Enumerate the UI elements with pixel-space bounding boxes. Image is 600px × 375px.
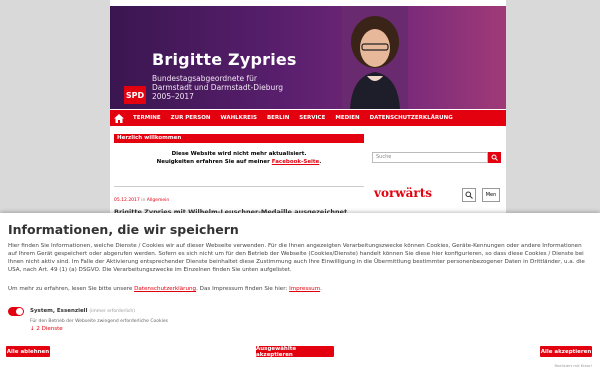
meta-separator: in: [139, 198, 147, 203]
vorwaerts-logo[interactable]: vorwärts: [374, 186, 432, 200]
category-title: System, Essenziell (immer erforderlich): [30, 308, 135, 314]
privacy-policy-link[interactable]: Datenschutzerklärung: [134, 286, 196, 292]
banner-subtitle: Bundestagsabgeordnete für Darmstadt und …: [152, 74, 312, 101]
article-meta: 05.12.2017 in Allgemein: [114, 198, 169, 203]
powered-by-link[interactable]: Realisiert mit Klaro!: [554, 363, 592, 368]
category-description: Für den Betrieb der Webseite zwingend er…: [30, 319, 168, 324]
spd-logo[interactable]: SPD: [124, 86, 146, 104]
notice-prefix: Neuigkeiten erfahren Sie auf meiner: [156, 159, 272, 165]
notice-box: Diese Website wird nicht mehr aktualisie…: [114, 150, 364, 166]
search-icon: [491, 154, 498, 161]
essential-toggle[interactable]: [8, 307, 24, 316]
search-input[interactable]: Suche: [372, 152, 488, 163]
nav-item-zur-person[interactable]: ZUR PERSON: [166, 115, 216, 121]
nav-item-service[interactable]: SERVICE: [294, 115, 330, 121]
reject-all-button[interactable]: Alle ablehnen: [6, 346, 50, 357]
banner-name: Brigitte Zypries: [152, 50, 297, 69]
nav-item-berlin[interactable]: BERLIN: [262, 115, 294, 121]
nav-item-datenschutz[interactable]: DATENSCHUTZERKLÄRUNG: [365, 115, 458, 121]
facebook-link[interactable]: Facebook-Seite: [272, 159, 320, 165]
divider: [114, 186, 364, 187]
notice-suffix: .: [319, 159, 322, 165]
services-expand-link[interactable]: ↓ 2 Dienste: [30, 326, 63, 332]
imprint-link[interactable]: Impressum: [289, 286, 320, 292]
banner-subtitle-line: Bundestagsabgeordnete für: [152, 74, 257, 83]
category-required: (immer erforderlich): [89, 309, 135, 314]
header-banner: Brigitte Zypries Bundestagsabgeordnete f…: [110, 6, 506, 109]
nav-item-medien[interactable]: MEDIEN: [330, 115, 364, 121]
consent-title: Informationen, die wir speichern: [8, 222, 239, 237]
accept-selected-button[interactable]: Ausgewählte akzeptieren: [256, 346, 334, 358]
notice-line: Neuigkeiten erfahren Sie auf meiner Face…: [114, 158, 364, 166]
vorwaerts-search-button[interactable]: [462, 188, 476, 202]
main-navigation: TERMINE ZUR PERSON WAHLKREIS BERLIN SERV…: [110, 110, 506, 126]
banner-subtitle-line: Darmstadt und Darmstadt-Dieburg: [152, 83, 283, 92]
more-prefix: Um mehr zu erfahren, lesen Sie bitte uns…: [8, 286, 135, 292]
notice-line: Diese Website wird nicht mehr aktualisie…: [171, 151, 307, 157]
welcome-heading: Herzlich willkommen: [114, 134, 364, 143]
article-category[interactable]: Allgemein: [147, 198, 169, 203]
home-icon[interactable]: [110, 110, 128, 126]
search-button[interactable]: [488, 152, 501, 163]
search-icon: [465, 191, 473, 199]
accept-all-button[interactable]: Alle akzeptieren: [540, 346, 592, 357]
article-date: 05.12.2017: [114, 198, 140, 203]
portrait-photo: [342, 6, 408, 109]
consent-description: Hier finden Sie Informationen, welche Di…: [8, 243, 585, 273]
consent-more-info: Um mehr zu erfahren, lesen Sie bitte uns…: [8, 286, 322, 292]
category-name: System, Essenziell: [30, 308, 88, 314]
vorwaerts-menu-button[interactable]: Men: [482, 188, 500, 202]
cookie-consent-dialog: Informationen, die wir speichern Hier fi…: [0, 213, 600, 375]
nav-item-wahlkreis[interactable]: WAHLKREIS: [216, 115, 262, 121]
more-suffix: .: [320, 286, 322, 292]
banner-subtitle-line: 2005–2017: [152, 92, 194, 101]
more-middle: . Das Impressum finden Sie hier:: [196, 286, 290, 292]
nav-item-termine[interactable]: TERMINE: [128, 115, 166, 121]
